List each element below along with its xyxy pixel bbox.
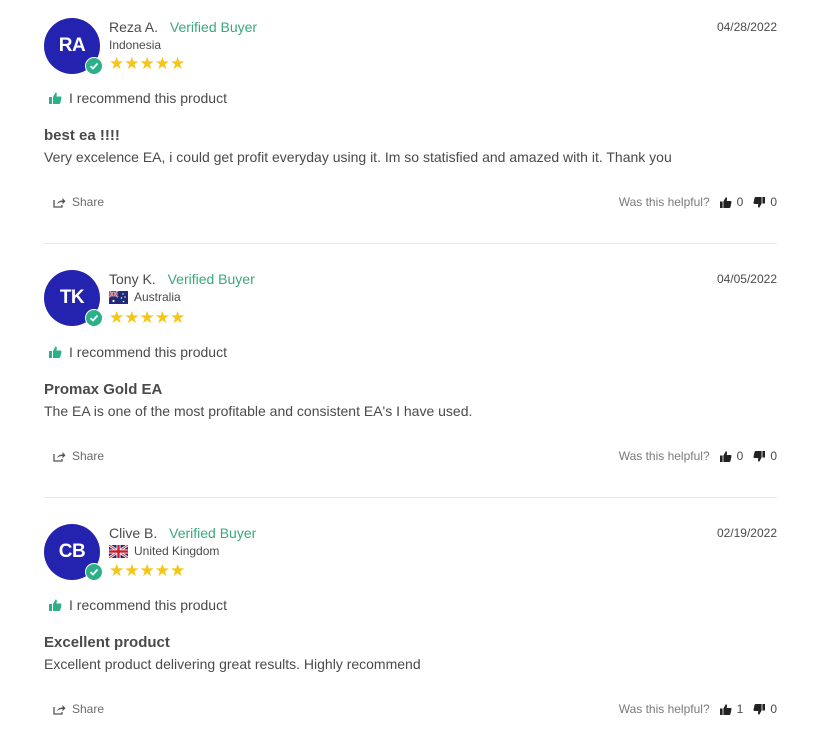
upvote-button[interactable]: 0	[719, 195, 744, 209]
verified-check-icon	[85, 563, 103, 581]
reviewer-location: United Kingdom	[109, 544, 219, 558]
helpful-votes: Was this helpful? 0 0	[619, 195, 777, 209]
reviewer-name: Reza A.	[109, 19, 159, 35]
share-button[interactable]: Share	[53, 702, 104, 716]
share-icon	[53, 704, 66, 715]
share-label: Share	[72, 195, 105, 209]
upvote-button[interactable]: 0	[719, 449, 744, 463]
star-rating: ★★★★★	[109, 308, 186, 327]
reviewer-name: Clive B.	[109, 525, 158, 541]
downvote-count: 0	[770, 702, 777, 716]
downvote-count: 0	[770, 449, 777, 463]
verified-check-icon	[85, 309, 103, 327]
downvote-button[interactable]: 0	[753, 195, 777, 209]
divider	[44, 243, 777, 244]
verified-buyer-label: Verified Buyer	[167, 271, 255, 287]
helpful-votes: Was this helpful? 1 0	[619, 702, 777, 716]
reviewer-header: Reza A. Verified Buyer	[109, 19, 257, 35]
thumbs-up-icon	[719, 450, 732, 462]
reviewer-header: Clive B. Verified Buyer	[109, 525, 256, 541]
reviewer-location: Australia	[109, 290, 181, 304]
review-item: RA Reza A. Verified Buyer Indonesia ★★★★…	[44, 18, 777, 218]
upvote-button[interactable]: 1	[719, 702, 744, 716]
helpful-label: Was this helpful?	[618, 702, 710, 716]
reviewer-location: Indonesia	[109, 38, 161, 52]
divider	[44, 497, 777, 498]
downvote-button[interactable]: 0	[753, 449, 777, 463]
thumbs-up-icon	[719, 196, 732, 208]
share-label: Share	[72, 702, 105, 716]
upvote-count: 0	[736, 195, 744, 209]
share-button[interactable]: Share	[53, 195, 104, 209]
recommend-line: I recommend this product	[49, 597, 227, 613]
review-item: TK Tony K. Verified Buyer Australia ★★★★…	[44, 270, 777, 470]
helpful-label: Was this helpful?	[618, 195, 710, 209]
thumbs-up-icon	[49, 92, 62, 104]
thumbs-up-icon	[49, 346, 62, 358]
review-date: 02/19/2022	[716, 526, 777, 540]
recommend-label: I recommend this product	[69, 344, 227, 360]
thumbs-up-icon	[49, 599, 62, 611]
review-title: Promax Gold EA	[44, 381, 163, 398]
location-label: Indonesia	[109, 38, 162, 52]
review-body: Very excelence EA, i could get profit ev…	[44, 149, 672, 165]
review-body: The EA is one of the most profitable and…	[44, 403, 473, 419]
thumbs-down-icon	[753, 450, 766, 462]
share-button[interactable]: Share	[53, 449, 104, 463]
helpful-label: Was this helpful?	[618, 449, 710, 463]
review-date: 04/05/2022	[716, 272, 777, 286]
thumbs-down-icon	[753, 703, 766, 715]
share-label: Share	[72, 449, 105, 463]
verified-check-icon	[85, 57, 103, 75]
share-icon	[53, 197, 66, 208]
downvote-button[interactable]: 0	[753, 702, 777, 716]
reviewer-header: Tony K. Verified Buyer	[109, 271, 255, 287]
thumbs-down-icon	[753, 196, 766, 208]
verified-buyer-label: Verified Buyer	[169, 525, 257, 541]
verified-buyer-label: Verified Buyer	[169, 19, 258, 35]
review-item: CB Clive B. Verified Buyer United Kingdo…	[44, 524, 777, 724]
upvote-count: 1	[736, 702, 744, 716]
recommend-line: I recommend this product	[49, 90, 227, 106]
review-title: best ea !!!!	[44, 127, 120, 144]
thumbs-up-icon	[719, 703, 732, 715]
share-icon	[53, 451, 66, 462]
review-date: 04/28/2022	[716, 20, 777, 34]
downvote-count: 0	[770, 195, 777, 209]
reviewer-name: Tony K.	[109, 271, 156, 287]
upvote-count: 0	[736, 449, 744, 463]
recommend-label: I recommend this product	[69, 90, 227, 106]
recommend-line: I recommend this product	[49, 344, 227, 360]
star-rating: ★★★★★	[109, 561, 186, 580]
star-rating: ★★★★★	[109, 54, 186, 73]
uk-flag-icon	[109, 544, 128, 558]
recommend-label: I recommend this product	[69, 597, 227, 613]
review-title: Excellent product	[44, 634, 170, 651]
australia-flag-icon	[109, 290, 128, 304]
helpful-votes: Was this helpful? 0 0	[619, 449, 777, 463]
review-body: Excellent product delivering great resul…	[44, 656, 421, 672]
location-label: Australia	[134, 290, 181, 304]
location-label: United Kingdom	[134, 544, 220, 558]
